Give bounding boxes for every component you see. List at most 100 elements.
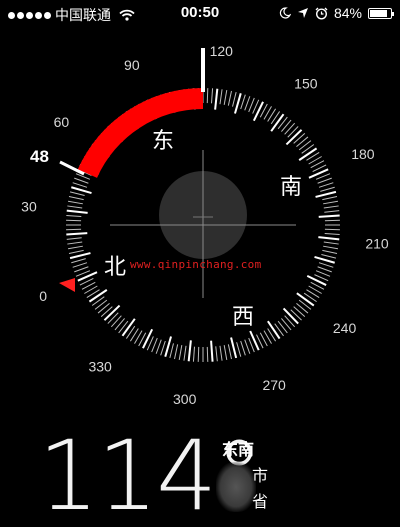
tick <box>66 214 82 217</box>
tick <box>322 249 338 254</box>
tick <box>72 182 88 188</box>
tick <box>174 344 179 360</box>
blurred-location <box>216 462 256 512</box>
tick <box>293 306 306 318</box>
tick <box>103 304 121 321</box>
tick <box>110 315 122 328</box>
tick <box>192 346 195 362</box>
tick <box>240 94 246 110</box>
degree-label: 270 <box>262 377 286 393</box>
tick <box>296 292 315 307</box>
tick <box>68 196 84 201</box>
tick <box>77 271 98 282</box>
tick <box>240 340 246 356</box>
tick <box>296 136 309 147</box>
tick <box>249 330 260 351</box>
tick <box>114 318 125 331</box>
tick <box>214 88 219 110</box>
tick <box>142 328 154 349</box>
degree-label: 150 <box>294 75 318 91</box>
tick <box>298 140 312 151</box>
tick <box>183 345 187 361</box>
tick <box>94 299 108 310</box>
tick <box>67 241 83 245</box>
tick <box>227 90 232 106</box>
tick <box>178 345 183 361</box>
tick <box>121 318 136 337</box>
degree-label: 120 <box>210 43 234 59</box>
tick <box>66 209 88 214</box>
tick <box>284 122 296 135</box>
tick <box>234 93 242 114</box>
tick <box>282 307 299 325</box>
tick <box>164 336 172 357</box>
tick <box>323 241 339 245</box>
tick <box>206 346 209 362</box>
tick <box>324 219 340 222</box>
marker-value: 48 <box>30 147 49 166</box>
tick <box>285 129 303 146</box>
tick <box>324 228 340 231</box>
tick <box>67 200 83 205</box>
degree-label: 60 <box>54 114 70 130</box>
tick <box>206 88 209 104</box>
tick <box>267 320 281 340</box>
tick <box>66 237 82 240</box>
tick <box>187 340 192 362</box>
tick <box>227 344 232 360</box>
tick <box>252 101 264 122</box>
tick <box>223 345 228 361</box>
tick <box>219 345 223 361</box>
tick <box>69 191 85 196</box>
tick <box>74 266 89 273</box>
tick <box>318 262 334 268</box>
tick <box>281 318 292 331</box>
tick <box>320 186 335 192</box>
tick <box>317 177 332 184</box>
tick <box>67 245 83 250</box>
tick <box>324 233 340 236</box>
tick <box>323 200 339 205</box>
tick <box>197 346 200 362</box>
tick <box>298 147 318 161</box>
tick <box>66 219 82 222</box>
tick <box>151 337 158 353</box>
cardinal-west: 西 <box>232 305 254 330</box>
tick <box>66 228 82 231</box>
degree-label: 30 <box>21 199 37 215</box>
watermark: www.qinpinchang.com <box>130 258 262 271</box>
heading-arc <box>77 88 203 178</box>
degree-label: 0 <box>39 288 47 304</box>
degree-label: 210 <box>365 235 389 251</box>
tick <box>244 96 251 111</box>
tick <box>308 168 329 179</box>
tick <box>97 303 110 314</box>
tick <box>323 245 339 250</box>
tick <box>230 337 238 359</box>
tick <box>317 266 332 273</box>
tick <box>306 274 327 286</box>
cardinal-south: 南 <box>280 175 302 200</box>
location-province: 省 <box>252 492 269 511</box>
tick <box>324 210 340 213</box>
tick <box>270 113 285 132</box>
tick <box>315 270 331 277</box>
tick <box>318 236 340 241</box>
tick <box>314 256 335 264</box>
marker-triangle-icon <box>59 278 75 292</box>
tick <box>66 232 88 236</box>
tick <box>318 214 340 218</box>
tick <box>323 205 339 209</box>
tick <box>210 340 214 362</box>
tick <box>71 258 86 264</box>
tick <box>277 320 288 334</box>
tick <box>281 119 292 132</box>
tick <box>88 289 108 303</box>
tick <box>169 343 174 359</box>
tick <box>74 177 89 184</box>
tick <box>155 339 162 354</box>
tick <box>322 196 338 201</box>
tick <box>248 97 255 113</box>
degree-label: 330 <box>88 359 112 375</box>
heading-direction: 东南 <box>222 440 255 459</box>
